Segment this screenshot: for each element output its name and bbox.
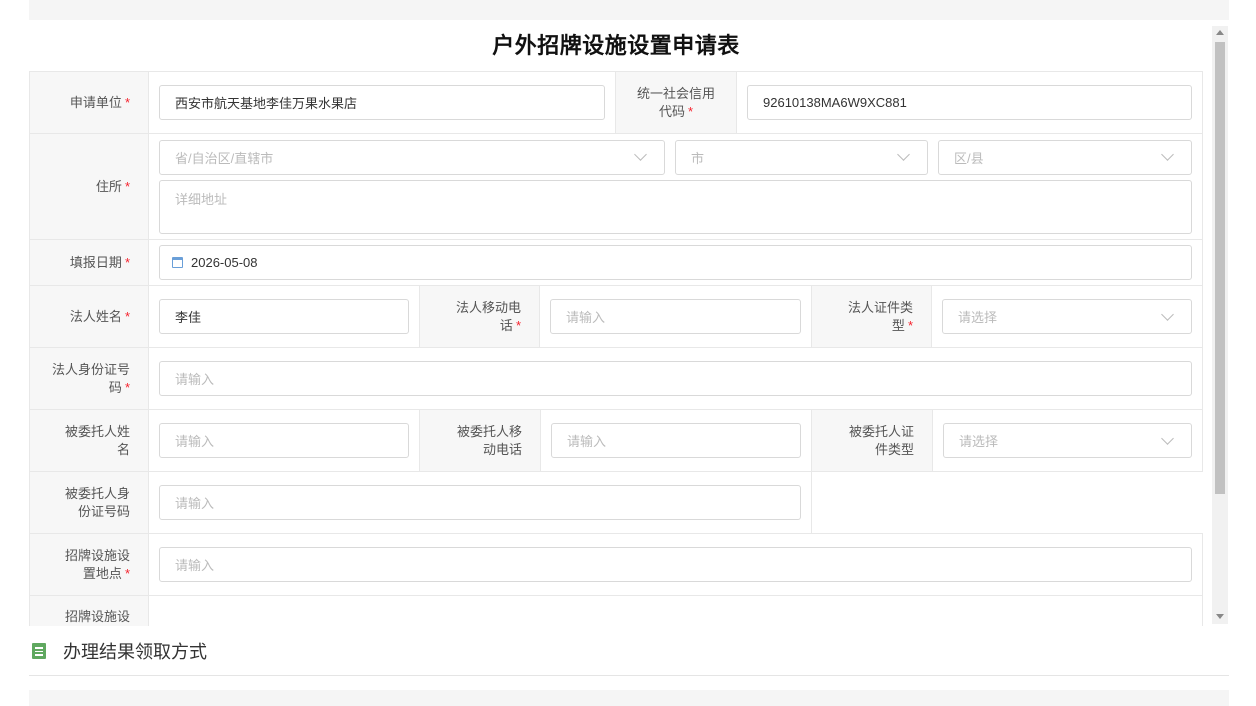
section-title: 办理结果领取方式	[63, 642, 207, 662]
province-select[interactable]: 省/自治区/直辖市	[159, 139, 665, 175]
label-legal-name: 法人姓名 *	[30, 286, 149, 347]
label-agent-id-type: 被委托人证件类型	[812, 410, 933, 471]
chevron-down-icon	[1161, 307, 1174, 321]
row-legal: 法人姓名 * 李佳 法人移动电话 * 请输入 法人证件类型 * 请选择	[29, 285, 1203, 347]
row-address: 住所 * 省/自治区/直辖市 市 区/县 详细地址	[29, 133, 1203, 239]
bottom-gray-bar	[29, 690, 1229, 706]
legal-id-number-input[interactable]: 请输入	[159, 361, 1192, 396]
label-sign-carrier: 招牌设施设置载体权属	[30, 596, 149, 626]
district-select[interactable]: 区/县	[938, 139, 1192, 175]
row-agent: 被委托人姓名 请输入 被委托人移动电话 请输入 被委托人证件类型 请选择	[29, 409, 1203, 471]
chevron-down-icon	[634, 148, 647, 161]
legal-id-type-select[interactable]: 请选择	[942, 299, 1192, 334]
label-address: 住所 *	[30, 134, 149, 239]
label-legal-id-type: 法人证件类型 *	[812, 286, 932, 347]
row-agent-id: 被委托人身份证号码 请输入	[29, 471, 1203, 533]
label-applicant-unit: 申请单位 *	[30, 72, 149, 133]
top-gray-bar	[29, 0, 1229, 20]
fill-date-picker[interactable]: 2026-05-08	[159, 245, 1192, 280]
form-table: 申请单位 * 西安市航天基地李佳万果水果店 统一社会信用代码 * 92610138M…	[29, 71, 1203, 626]
scrollbar-thumb[interactable]	[1215, 42, 1225, 494]
document-icon	[32, 643, 46, 659]
applicant-unit-input[interactable]: 西安市航天基地李佳万果水果店	[159, 85, 605, 120]
scroll-up-arrow-icon[interactable]	[1216, 30, 1224, 35]
form-title: 户外招牌设施设置申请表	[492, 33, 740, 58]
sign-location-input[interactable]: 请输入	[159, 547, 1192, 582]
agent-id-number-input[interactable]: 请输入	[159, 485, 801, 520]
legal-phone-input[interactable]: 请输入	[550, 299, 801, 334]
calendar-icon	[172, 257, 183, 268]
agent-name-input[interactable]: 请输入	[159, 423, 409, 458]
agent-phone-input[interactable]: 请输入	[551, 423, 801, 458]
chevron-down-icon	[1161, 148, 1174, 161]
scroll-down-arrow-icon[interactable]	[1216, 614, 1224, 619]
label-agent-phone: 被委托人移动电话	[420, 410, 541, 471]
label-credit-code: 统一社会信用代码 *	[616, 72, 737, 133]
row-legal-id: 法人身份证号码 * 请输入	[29, 347, 1203, 409]
chevron-down-icon	[1161, 431, 1174, 445]
chevron-down-icon	[897, 148, 910, 161]
city-select[interactable]: 市	[675, 139, 928, 175]
form-scrollbar[interactable]	[1212, 26, 1228, 624]
form-panel: 户外招牌设施设置申请表 申请单位 * 西安市航天基地李佳万果水果店 统一社会信用代…	[29, 20, 1229, 626]
label-legal-id-number: 法人身份证号码 *	[30, 348, 149, 409]
row-applicant: 申请单位 * 西安市航天基地李佳万果水果店 统一社会信用代码 * 92610138M…	[29, 71, 1203, 133]
label-agent-name: 被委托人姓名	[30, 410, 149, 471]
label-fill-date: 填报日期 *	[30, 240, 149, 285]
required-mark: *	[124, 94, 130, 110]
label-sign-location: 招牌设施设置地点 *	[30, 534, 149, 595]
detail-address-textarea[interactable]: 详细地址	[159, 179, 1192, 234]
label-legal-phone: 法人移动电话 *	[420, 286, 540, 347]
label-agent-id-number: 被委托人身份证号码	[30, 472, 149, 533]
result-collection-section-header: 办理结果领取方式	[29, 627, 1229, 676]
row-sign-carrier: 招牌设施设置载体权属 自有 租用 其它	[29, 595, 1203, 626]
legal-name-input[interactable]: 李佳	[159, 299, 409, 334]
row-fill-date: 填报日期 * 2026-05-08	[29, 239, 1203, 285]
agent-id-type-select[interactable]: 请选择	[943, 423, 1192, 458]
row-sign-location: 招牌设施设置地点 * 请输入	[29, 533, 1203, 595]
credit-code-input[interactable]: 92610138MA6W9XC881	[747, 85, 1192, 120]
